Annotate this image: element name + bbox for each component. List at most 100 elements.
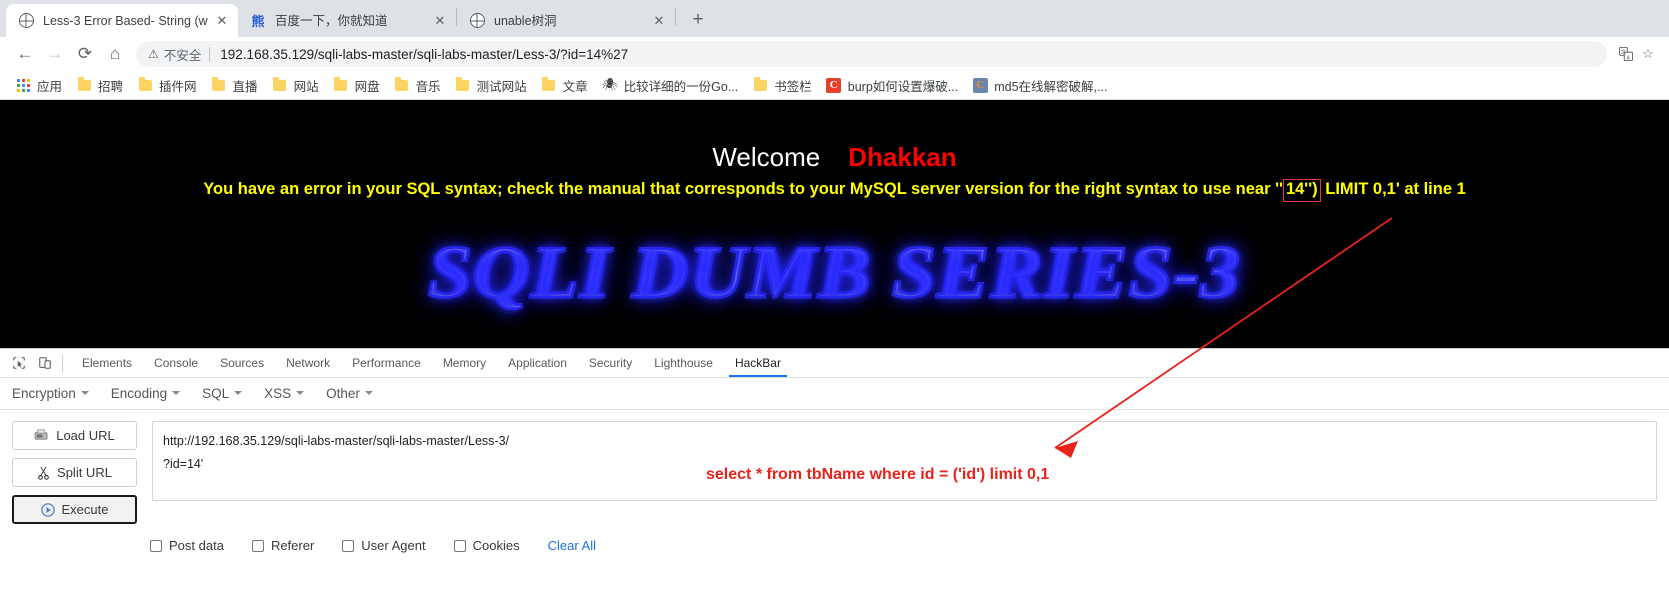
c-chip-red-icon: C	[826, 77, 842, 93]
checkbox-box[interactable]	[342, 539, 355, 552]
split-url-icon	[37, 466, 50, 480]
bookmark-star-icon[interactable]: ☆	[1637, 43, 1659, 65]
bookmark-item-12[interactable]: C md5在线解密破解,...	[965, 73, 1114, 98]
apps-grid-icon	[15, 77, 31, 93]
reload-icon[interactable]: ⟳	[70, 39, 100, 69]
execute-button[interactable]: Execute	[12, 495, 137, 524]
c-chip-blue-icon: C	[972, 77, 988, 93]
address-bar-url: 192.168.35.129/sqli-labs-master/sqli-lab…	[220, 46, 629, 62]
bookmark-label: 应用	[37, 79, 63, 94]
devtools-tabbar: Elements Console Sources Network Perform…	[0, 349, 1669, 378]
forward-icon[interactable]: →	[40, 39, 70, 69]
browser-tab-1[interactable]: 熊 百度一下，你就知道 ✕	[238, 4, 456, 37]
bookmark-label: 比较详细的一份Go...	[623, 79, 739, 94]
bookmark-item-1[interactable]: 招聘	[69, 73, 130, 98]
bookmark-item-3[interactable]: 直播	[204, 73, 265, 98]
browser-tab-0[interactable]: Less-3 Error Based- String (wit ✕	[6, 4, 238, 37]
devtools-tab-console[interactable]: Console	[143, 349, 209, 377]
hackbar-menu-xss[interactable]: XSS	[264, 386, 305, 401]
browser-tab-2[interactable]: unable树洞 ✕	[457, 4, 675, 37]
back-icon[interactable]: ←	[10, 39, 40, 69]
globe-icon	[469, 13, 485, 29]
devtools-tab-security[interactable]: Security	[578, 349, 643, 377]
sql-error-prefix: You have an error in your SQL syntax; ch…	[203, 180, 1283, 198]
checkbox-box[interactable]	[453, 539, 466, 552]
hackbar-menu-encoding[interactable]: Encoding	[111, 386, 181, 401]
bug-icon: 🕷	[601, 77, 618, 92]
tab-title: Less-3 Error Based- String (wit	[43, 13, 208, 28]
devtools-tab-hackbar[interactable]: HackBar	[724, 349, 792, 377]
tab-close-icon[interactable]: ✕	[212, 11, 232, 31]
bookmark-item-9[interactable]: 🕷 比较详细的一份Go...	[595, 73, 746, 98]
devtools-tab-sources[interactable]: Sources	[209, 349, 275, 377]
folder-icon	[211, 77, 227, 93]
load-url-button[interactable]: Load URL	[12, 421, 137, 450]
bookmark-label: 书签栏	[774, 79, 812, 94]
bookmark-item-7[interactable]: 测试网站	[448, 73, 534, 98]
hackbar-menu-sql[interactable]: SQL	[202, 386, 243, 401]
button-label: Execute	[61, 502, 109, 517]
devtools-tab-lighthouse[interactable]: Lighthouse	[643, 349, 724, 377]
device-toolbar-icon[interactable]	[32, 351, 58, 375]
bookmark-item-apps[interactable]: 应用	[8, 73, 69, 98]
menu-label: SQL	[202, 386, 230, 401]
home-icon[interactable]: ⌂	[100, 39, 130, 69]
welcome-text: Welcome	[712, 142, 821, 172]
bookmark-item-2[interactable]: 插件网	[130, 73, 204, 98]
new-tab-button[interactable]: +	[684, 6, 712, 34]
devtools-panel: Elements Console Sources Network Perform…	[0, 348, 1669, 553]
checkbox-box[interactable]	[150, 539, 162, 552]
devtools-divider	[62, 354, 63, 372]
hackbar-menu-other[interactable]: Other	[326, 386, 373, 401]
omnibox-actions: 文 A ☆	[1615, 43, 1659, 65]
devtools-tab-elements[interactable]: Elements	[71, 349, 143, 377]
folder-icon	[455, 77, 471, 93]
tab-title: unable树洞	[494, 13, 557, 28]
bookmark-label: md5在线解密破解,...	[994, 79, 1108, 94]
bookmarks-bar: 应用 招聘 插件网 直播 网站 网盘 音乐 测试网站 文章 🕷 比较详细的一份G…	[0, 71, 1669, 100]
clear-all-link[interactable]: Clear All	[548, 538, 596, 553]
devtools-tab-performance[interactable]: Performance	[341, 349, 432, 377]
tab-close-icon[interactable]: ✕	[430, 11, 450, 31]
checkbox-user-agent[interactable]: User Agent	[342, 538, 426, 553]
sqli-dumb-series-banner: SQLI DUMB SERIES-3	[0, 234, 1669, 311]
hackbar-menu-encryption[interactable]: Encryption	[12, 386, 89, 401]
bookmark-item-10[interactable]: 书签栏	[745, 73, 819, 98]
devtools-tab-application[interactable]: Application	[497, 349, 578, 377]
address-bar[interactable]: ⚠ 不安全 192.168.35.129/sqli-labs-master/sq…	[136, 41, 1607, 67]
checkbox-referer[interactable]: Referer	[251, 538, 314, 553]
bookmark-label: 网站	[293, 79, 319, 94]
folder-icon	[76, 77, 92, 93]
bookmark-item-8[interactable]: 文章	[534, 73, 595, 98]
tab-title: 百度一下，你就知道	[275, 13, 388, 28]
tab-close-icon[interactable]: ✕	[649, 11, 669, 31]
translate-icon[interactable]: 文 A	[1615, 43, 1637, 65]
sql-error-suffix: LIMIT 0,1' at line 1	[1320, 180, 1466, 198]
bookmark-item-6[interactable]: 音乐	[387, 73, 448, 98]
checkbox-box[interactable]	[251, 539, 264, 552]
checkbox-cookies[interactable]: Cookies	[453, 538, 520, 553]
chevron-down-icon	[80, 391, 89, 396]
devtools-tab-memory[interactable]: Memory	[432, 349, 497, 377]
bookmark-item-5[interactable]: 网盘	[326, 73, 387, 98]
baidu-icon: 熊	[251, 14, 265, 29]
bookmark-label: 网盘	[354, 79, 380, 94]
bookmark-label: burp如何设置爆破...	[847, 79, 959, 94]
browser-window: Less-3 Error Based- String (wit ✕ 熊 百度一下…	[0, 0, 1669, 606]
menu-label: Encryption	[12, 386, 76, 401]
devtools-tab-network[interactable]: Network	[275, 349, 341, 377]
svg-text:A: A	[1627, 55, 1631, 61]
inspect-cursor-icon[interactable]	[6, 351, 32, 375]
folder-icon	[333, 77, 349, 93]
globe-icon	[18, 13, 34, 29]
sql-error-message: You have an error in your SQL syntax; ch…	[0, 179, 1669, 202]
split-url-button[interactable]: Split URL	[12, 458, 137, 487]
tab-separator	[675, 7, 676, 26]
url-input[interactable]: http://192.168.35.129/sqli-labs-master/s…	[152, 421, 1657, 501]
bookmark-item-4[interactable]: 网站	[265, 73, 326, 98]
folder-icon	[541, 77, 557, 93]
bookmark-item-11[interactable]: C burp如何设置爆破...	[819, 73, 965, 98]
chevron-down-icon	[234, 391, 243, 396]
bookmark-label: 直播	[232, 79, 258, 94]
checkbox-post-data[interactable]: Post data	[150, 538, 224, 553]
